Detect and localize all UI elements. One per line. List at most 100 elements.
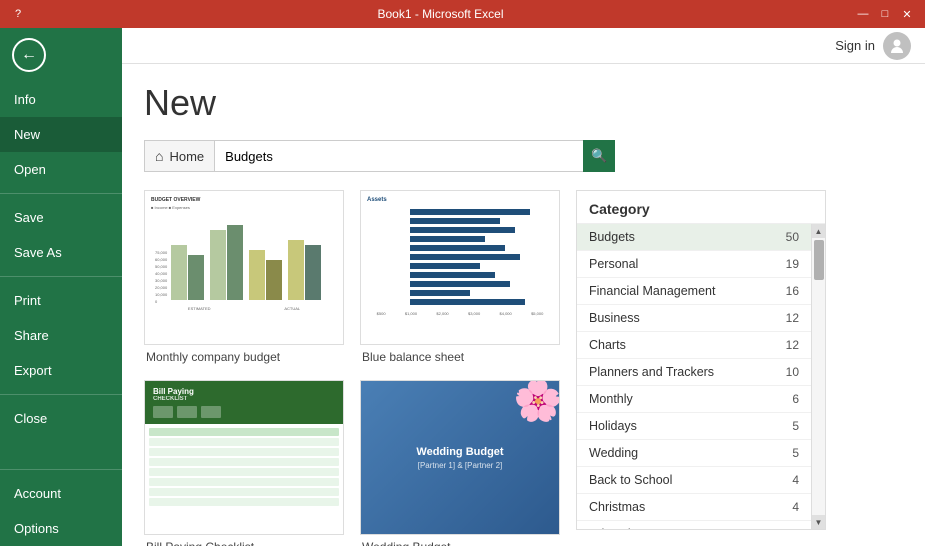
category-list-wrapper: Budgets 50 Personal 19 Financial Managem…	[577, 224, 825, 529]
category-label: Holidays	[589, 419, 637, 433]
category-label: Education	[589, 527, 645, 529]
category-label: Financial Management	[589, 284, 715, 298]
window-title: Book1 - Microsoft Excel	[28, 7, 853, 21]
category-item-monthly[interactable]: Monthly 6	[577, 386, 811, 413]
wedding-title: Wedding Budget	[416, 446, 503, 458]
template-thumb-wedding: 🌸 Wedding Budget [Partner 1] & [Partner …	[360, 380, 560, 535]
wedding-flowers-decoration: 🌸	[513, 380, 560, 424]
category-label: Monthly	[589, 392, 633, 406]
sign-in-label: Sign in	[835, 38, 875, 53]
category-count: 4	[792, 500, 799, 514]
category-header: Category	[577, 191, 825, 224]
sidebar-item-account[interactable]: Account	[0, 476, 122, 511]
sidebar-item-new[interactable]: New	[0, 117, 122, 152]
template-card-blue-balance[interactable]: Assets	[360, 190, 560, 364]
category-item-planners[interactable]: Planners and Trackers 10	[577, 359, 811, 386]
category-item-budgets[interactable]: Budgets 50	[577, 224, 811, 251]
scroll-thumb[interactable]	[814, 240, 824, 280]
template-thumb-monthly-budget: BUDGET OVERVIEW ■ Income ■ Expenses 75,0…	[144, 190, 344, 345]
sidebar-bottom: Account Options	[0, 463, 122, 546]
category-panel: Category Budgets 50 Personal 19	[576, 190, 826, 530]
main-layout: ← Info New Open Save Save As Print Share…	[0, 28, 925, 546]
category-label: Charts	[589, 338, 626, 352]
category-item-christmas[interactable]: Christmas 4	[577, 494, 811, 521]
header-bar: Sign in	[122, 28, 925, 64]
search-button[interactable]: 🔍	[583, 140, 615, 172]
sidebar-item-save[interactable]: Save	[0, 200, 122, 235]
category-label: Business	[589, 311, 640, 325]
category-count: 50	[786, 230, 799, 244]
home-icon: ⌂	[155, 148, 163, 164]
sidebar-item-print[interactable]: Print	[0, 283, 122, 318]
content-area: New ⌂ Home 🔍	[122, 64, 925, 546]
avatar	[883, 32, 911, 60]
category-label: Christmas	[589, 500, 645, 514]
category-count: 4	[792, 527, 799, 529]
template-thumb-blue-balance: Assets	[360, 190, 560, 345]
search-icon: 🔍	[591, 148, 607, 164]
template-thumb-bill-paying: Bill Paying CHECKLIST	[144, 380, 344, 535]
category-item-financial[interactable]: Financial Management 16	[577, 278, 811, 305]
category-count: 5	[792, 446, 799, 460]
back-button[interactable]: ←	[8, 34, 50, 76]
category-label: Wedding	[589, 446, 638, 460]
category-scrollbar[interactable]: ▲ ▼	[811, 224, 825, 529]
scroll-down-arrow[interactable]: ▼	[812, 515, 826, 529]
title-bar: ? Book1 - Microsoft Excel — □ ✕	[0, 0, 925, 28]
scroll-track	[812, 282, 825, 515]
home-label: Home	[169, 149, 204, 164]
template-card-monthly-budget[interactable]: BUDGET OVERVIEW ■ Income ■ Expenses 75,0…	[144, 190, 344, 364]
search-input[interactable]	[215, 140, 615, 172]
maximize-button[interactable]: □	[875, 5, 895, 23]
template-card-wedding[interactable]: 🌸 Wedding Budget [Partner 1] & [Partner …	[360, 380, 560, 546]
minimize-button[interactable]: —	[853, 5, 873, 23]
category-label: Budgets	[589, 230, 635, 244]
category-list: Budgets 50 Personal 19 Financial Managem…	[577, 224, 811, 529]
category-label: Back to School	[589, 473, 672, 487]
category-count: 5	[792, 419, 799, 433]
sidebar-item-info[interactable]: Info	[0, 82, 122, 117]
sign-in-area[interactable]: Sign in	[835, 32, 911, 60]
category-count: 16	[786, 284, 799, 298]
sidebar-item-open[interactable]: Open	[0, 152, 122, 187]
template-label-monthly-budget: Monthly company budget	[144, 350, 344, 364]
template-label-bill-paying: Bill Paying Checklist	[144, 540, 344, 546]
category-count: 4	[792, 473, 799, 487]
category-count: 19	[786, 257, 799, 271]
sidebar-item-options[interactable]: Options	[0, 511, 122, 546]
category-item-wedding[interactable]: Wedding 5	[577, 440, 811, 467]
category-item-charts[interactable]: Charts 12	[577, 332, 811, 359]
close-button[interactable]: ✕	[897, 5, 917, 23]
template-card-bill-paying[interactable]: Bill Paying CHECKLIST	[144, 380, 344, 546]
category-count: 10	[786, 365, 799, 379]
templates-grid: BUDGET OVERVIEW ■ Income ■ Expenses 75,0…	[144, 190, 560, 546]
search-bar: ⌂ Home 🔍	[144, 140, 903, 172]
home-button[interactable]: ⌂ Home	[144, 140, 215, 172]
category-item-holidays[interactable]: Holidays 5	[577, 413, 811, 440]
category-item-education[interactable]: Education 4	[577, 521, 811, 529]
category-count: 12	[786, 311, 799, 325]
category-item-back-school[interactable]: Back to School 4	[577, 467, 811, 494]
sidebar-item-save-as[interactable]: Save As	[0, 235, 122, 270]
back-circle-icon: ←	[12, 38, 46, 72]
templates-layout: BUDGET OVERVIEW ■ Income ■ Expenses 75,0…	[144, 190, 903, 546]
template-label-wedding: Wedding Budget	[360, 540, 560, 546]
category-count: 6	[792, 392, 799, 406]
search-input-wrapper: 🔍	[215, 140, 615, 172]
sidebar-item-share[interactable]: Share	[0, 318, 122, 353]
category-count: 12	[786, 338, 799, 352]
category-label: Planners and Trackers	[589, 365, 714, 379]
page-title: New	[144, 82, 903, 124]
sidebar-nav: Info New Open Save Save As Print Share E…	[0, 82, 122, 436]
help-button[interactable]: ?	[8, 5, 28, 23]
content-wrapper: Sign in New ⌂ Home	[122, 28, 925, 546]
template-label-blue-balance: Blue balance sheet	[360, 350, 560, 364]
sidebar-item-close[interactable]: Close	[0, 401, 122, 436]
sidebar: ← Info New Open Save Save As Print Share…	[0, 28, 122, 546]
category-label: Personal	[589, 257, 638, 271]
scroll-up-arrow[interactable]: ▲	[812, 224, 826, 238]
category-item-personal[interactable]: Personal 19	[577, 251, 811, 278]
wedding-subtitle: [Partner 1] & [Partner 2]	[418, 461, 502, 470]
category-item-business[interactable]: Business 12	[577, 305, 811, 332]
sidebar-item-export[interactable]: Export	[0, 353, 122, 388]
